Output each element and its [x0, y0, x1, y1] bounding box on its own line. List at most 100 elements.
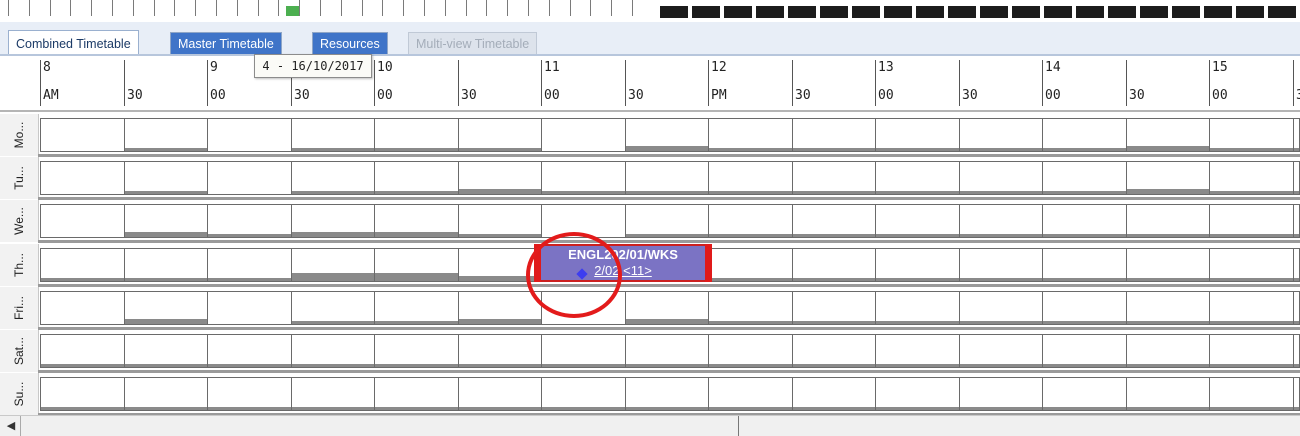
timetable-cell[interactable]: [875, 161, 960, 195]
timetable-cell[interactable]: [625, 204, 709, 238]
scroll-thumb-edge[interactable]: [738, 416, 739, 436]
timetable-cell[interactable]: [458, 334, 542, 368]
timetable-cell[interactable]: [207, 377, 292, 411]
tab-master-timetable[interactable]: Master Timetable: [170, 32, 282, 54]
timetable-cell[interactable]: [792, 377, 876, 411]
timetable-cell[interactable]: [374, 204, 459, 238]
timetable-cell[interactable]: [792, 204, 876, 238]
tab-resources[interactable]: Resources: [312, 32, 388, 54]
timetable-cell[interactable]: [291, 161, 375, 195]
timetable-cell[interactable]: [708, 377, 793, 411]
timetable-cell[interactable]: [40, 204, 125, 238]
timetable-cell[interactable]: [875, 334, 960, 368]
tab-combined-timetable[interactable]: Combined Timetable: [8, 30, 139, 56]
timetable-cell[interactable]: [625, 118, 709, 152]
timetable-cell[interactable]: [458, 204, 542, 238]
timetable-cell[interactable]: [1293, 291, 1300, 325]
timetable-cell[interactable]: [374, 118, 459, 152]
timetable-cell[interactable]: [959, 204, 1043, 238]
timetable-cell[interactable]: [124, 118, 208, 152]
timetable-cell[interactable]: [207, 161, 292, 195]
event-resize-handle-right[interactable]: [705, 244, 712, 282]
timetable-cell[interactable]: [291, 377, 375, 411]
timetable-cell[interactable]: [708, 248, 793, 282]
timetable-cell[interactable]: [458, 161, 542, 195]
timetable-cell[interactable]: [1126, 204, 1210, 238]
timetable-cell[interactable]: [374, 291, 459, 325]
timetable-cell[interactable]: [458, 291, 542, 325]
timetable-cell[interactable]: [792, 118, 876, 152]
timetable-cell[interactable]: [625, 161, 709, 195]
timetable-cell[interactable]: [291, 118, 375, 152]
timetable-cell[interactable]: [1209, 204, 1294, 238]
timetable-cell[interactable]: [1209, 334, 1294, 368]
timetable-cell[interactable]: [291, 291, 375, 325]
timetable-cell[interactable]: [1126, 291, 1210, 325]
timetable-cell[interactable]: [959, 118, 1043, 152]
timetable-cell[interactable]: [1293, 334, 1300, 368]
timetable-cell[interactable]: [291, 334, 375, 368]
timetable-cell[interactable]: [875, 248, 960, 282]
timetable-cell[interactable]: [959, 161, 1043, 195]
timetable-cell[interactable]: [207, 334, 292, 368]
timetable-cell[interactable]: [1042, 334, 1127, 368]
timetable-cell[interactable]: [1042, 204, 1127, 238]
timetable-cell[interactable]: [625, 377, 709, 411]
timetable-cell[interactable]: [1042, 377, 1127, 411]
timetable-cell[interactable]: [959, 334, 1043, 368]
timetable-cell[interactable]: [1293, 248, 1300, 282]
timetable-cell[interactable]: [1126, 118, 1210, 152]
timetable-cell[interactable]: [374, 248, 459, 282]
timetable-cell[interactable]: [1209, 248, 1294, 282]
timetable-cell[interactable]: [1126, 334, 1210, 368]
timetable-cell[interactable]: [1042, 161, 1127, 195]
timetable-cell[interactable]: [708, 334, 793, 368]
timetable-cell[interactable]: [1042, 291, 1127, 325]
timetable-cell[interactable]: [708, 291, 793, 325]
timetable-cell[interactable]: [792, 334, 876, 368]
timetable-cell[interactable]: [875, 377, 960, 411]
scroll-left-arrow-icon[interactable]: ◀: [4, 418, 18, 434]
timetable-cell[interactable]: [374, 161, 459, 195]
timetable-cell[interactable]: [207, 118, 292, 152]
timetable-cell[interactable]: [959, 291, 1043, 325]
timetable-cell[interactable]: [1126, 248, 1210, 282]
timetable-cell[interactable]: [708, 204, 793, 238]
timetable-cell[interactable]: [207, 204, 292, 238]
timetable-cell[interactable]: [875, 118, 960, 152]
timetable-cell[interactable]: [792, 248, 876, 282]
timetable-cell[interactable]: [374, 334, 459, 368]
horizontal-scrollbar[interactable]: ◀: [0, 415, 1300, 436]
timetable-cell[interactable]: [708, 118, 793, 152]
timetable-cell[interactable]: [124, 204, 208, 238]
timetable-cell[interactable]: [875, 204, 960, 238]
timetable-cell[interactable]: [40, 161, 125, 195]
timetable-cell[interactable]: [792, 291, 876, 325]
timetable-cell[interactable]: [541, 161, 626, 195]
timetable-cell[interactable]: [40, 118, 125, 152]
timetable-cell[interactable]: [40, 291, 125, 325]
timetable-cell[interactable]: [1209, 291, 1294, 325]
timetable-cell[interactable]: [40, 334, 125, 368]
timetable-cell[interactable]: [625, 291, 709, 325]
timetable-cell[interactable]: [1126, 377, 1210, 411]
timetable-cell[interactable]: [124, 377, 208, 411]
timetable-cell[interactable]: [291, 248, 375, 282]
timetable-cell[interactable]: [875, 291, 960, 325]
timetable-cell[interactable]: [374, 377, 459, 411]
timetable-cell[interactable]: [207, 291, 292, 325]
timetable-cell[interactable]: [541, 118, 626, 152]
timetable-cell[interactable]: [1126, 161, 1210, 195]
timetable-cell[interactable]: [124, 334, 208, 368]
timetable-cell[interactable]: [124, 248, 208, 282]
timetable-cell[interactable]: [1293, 204, 1300, 238]
timetable-cell[interactable]: [458, 118, 542, 152]
timetable-cell[interactable]: [1209, 118, 1294, 152]
timetable-cell[interactable]: [1209, 377, 1294, 411]
timetable-cell[interactable]: [1042, 118, 1127, 152]
timetable-cell[interactable]: [541, 377, 626, 411]
timetable-cell[interactable]: [124, 161, 208, 195]
timetable-cell[interactable]: [1293, 377, 1300, 411]
timetable-cell[interactable]: [959, 248, 1043, 282]
timetable-cell[interactable]: [40, 377, 125, 411]
